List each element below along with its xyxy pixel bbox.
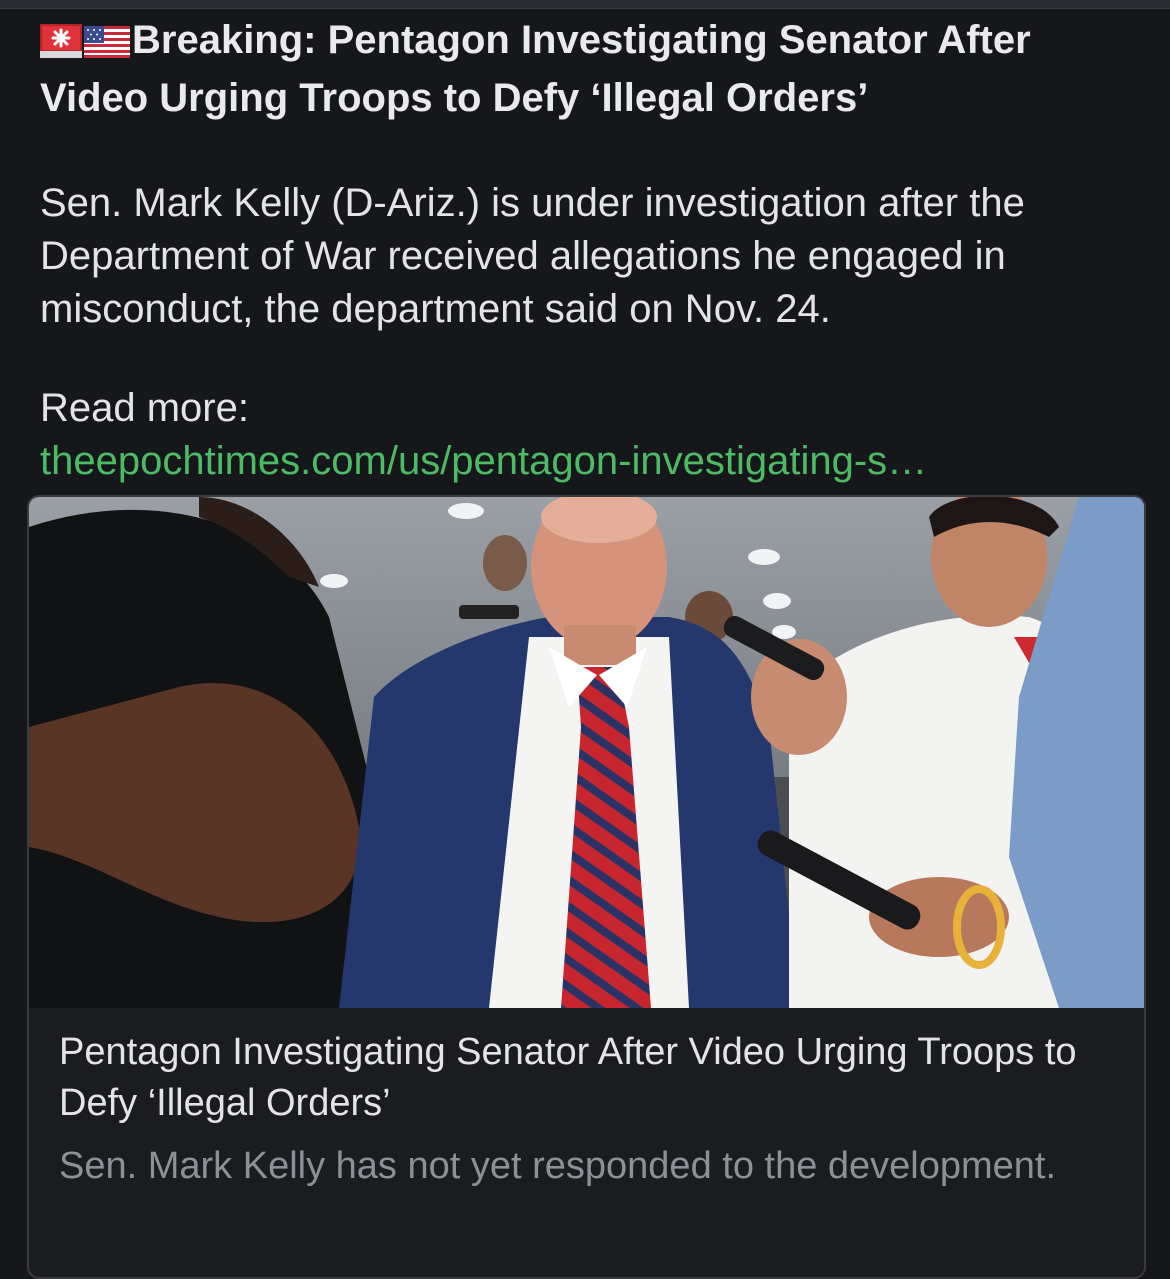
read-more-label: Read more: xyxy=(40,386,249,430)
card-title: Pentagon Investigating Senator After Vid… xyxy=(59,1031,1077,1124)
article-photo xyxy=(29,497,1144,1008)
card-description: Sen. Mark Kelly has not yet responded to… xyxy=(59,1145,1057,1187)
top-divider xyxy=(0,0,1170,9)
post-headline: Breaking: Pentagon Investigating Senator… xyxy=(40,14,1130,125)
article-link[interactable]: theepochtimes.com/us/pentagon-investigat… xyxy=(40,435,1130,488)
post-headline-text: Breaking: Pentagon Investigating Senator… xyxy=(40,18,1031,120)
link-preview-card[interactable]: Pentagon Investigating Senator After Vid… xyxy=(27,495,1146,1279)
post-body: Sen. Mark Kelly (D-Ariz.) is under inves… xyxy=(40,181,1025,331)
card-text: Pentagon Investigating Senator After Vid… xyxy=(59,1027,1119,1192)
us-flag-icon xyxy=(84,19,130,72)
post: Breaking: Pentagon Investigating Senator… xyxy=(40,14,1130,488)
rotating-light-icon xyxy=(40,19,82,72)
